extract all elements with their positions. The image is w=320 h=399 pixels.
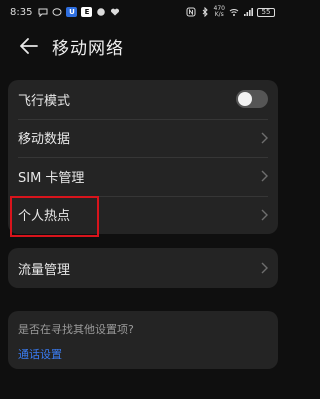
app-u-icon: U bbox=[66, 7, 78, 17]
airplane-mode-row[interactable]: 飞行模式 bbox=[8, 80, 278, 119]
status-time: 8:35 bbox=[10, 6, 33, 18]
bluetooth-icon bbox=[202, 7, 208, 17]
chevron-right-icon bbox=[261, 262, 268, 274]
app-header: 移动网络 bbox=[0, 28, 285, 64]
sim-management-row[interactable]: SIM 卡管理 bbox=[8, 157, 278, 196]
chevron-right-icon bbox=[261, 170, 268, 182]
call-settings-link[interactable]: 通话设置 bbox=[18, 346, 62, 362]
airplane-mode-toggle[interactable] bbox=[236, 90, 268, 109]
signal-icon bbox=[244, 8, 253, 16]
message-icon bbox=[52, 8, 62, 16]
network-speed: 470 K/s bbox=[214, 6, 225, 18]
airplane-mode-label: 飞行模式 bbox=[18, 93, 71, 109]
mobile-data-row[interactable]: 移动数据 bbox=[8, 118, 278, 158]
chat-bubble-icon bbox=[38, 8, 48, 17]
toggle-knob bbox=[238, 92, 252, 107]
heart-icon bbox=[111, 8, 120, 16]
chevron-right-icon bbox=[261, 209, 268, 221]
suggestion-card: 是否在寻找其他设置项? 通话设置 bbox=[8, 311, 278, 369]
mobile-data-label: 移动数据 bbox=[18, 132, 71, 148]
highlight-annotation bbox=[10, 196, 99, 237]
nfc-icon bbox=[186, 7, 196, 17]
data-usage-label: 流量管理 bbox=[18, 262, 71, 278]
wifi-icon bbox=[229, 9, 239, 16]
network-speed-unit: K/s bbox=[214, 11, 224, 18]
data-usage-card: 流量管理 bbox=[8, 248, 278, 288]
sim-management-label: SIM 卡管理 bbox=[18, 170, 85, 186]
back-button[interactable] bbox=[14, 31, 44, 61]
status-bar-left: 8:35 U E bbox=[10, 7, 120, 18]
app-e-icon: E bbox=[81, 7, 93, 17]
battery-indicator: 55 bbox=[257, 7, 275, 17]
back-arrow-icon bbox=[20, 38, 38, 54]
suggestion-question: 是否在寻找其他设置项? bbox=[18, 323, 134, 336]
page-title: 移动网络 bbox=[52, 38, 124, 59]
data-usage-row[interactable]: 流量管理 bbox=[8, 248, 278, 288]
status-bar-right: 470 K/s 55 bbox=[186, 6, 275, 18]
chat-icon bbox=[97, 8, 106, 16]
chevron-right-icon bbox=[261, 132, 268, 144]
status-bar: 8:35 U E 470 K/s 55 bbox=[0, 0, 285, 24]
